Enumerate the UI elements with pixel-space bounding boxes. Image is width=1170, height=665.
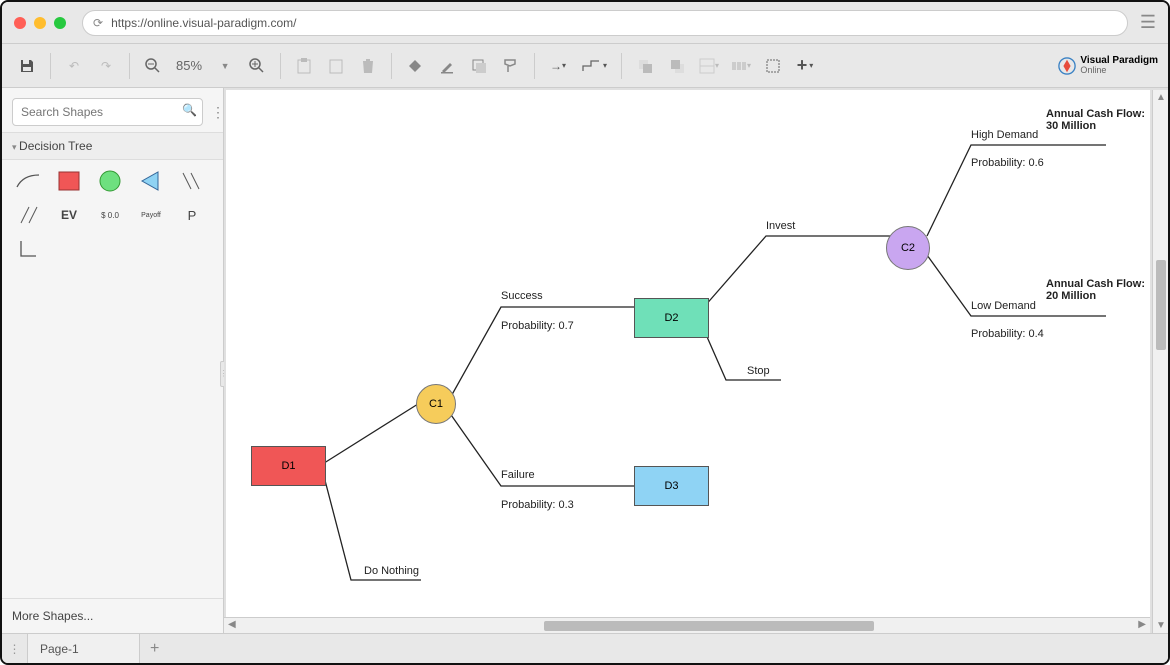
maximize-window[interactable] [54,17,66,29]
canvas-wrap: D1 C1 D2 D3 C2 Success Probability: 0.7 … [224,88,1168,633]
label-stop: Stop [747,365,770,377]
page-tabs: ⋮ Page-1 + [2,633,1168,663]
window-controls [14,17,66,29]
palette-header[interactable]: Decision Tree [2,132,223,160]
paste-button[interactable] [289,51,319,81]
brand-logo: Visual ParadigmOnline [1058,56,1158,76]
label-failure: Failure [501,469,535,481]
scroll-up-icon[interactable]: ▲ [1156,92,1166,103]
save-button[interactable] [12,51,42,81]
select-all-button[interactable] [758,51,788,81]
to-front-button[interactable] [630,51,660,81]
label-success: Success [501,290,543,302]
diagram-edges [226,90,1150,617]
connector-style-button[interactable]: ▾ [575,51,613,81]
node-d3[interactable]: D3 [634,466,709,506]
horizontal-scrollbar[interactable]: ◀ ▶ [224,617,1150,633]
undo-button[interactable]: ↶ [59,51,89,81]
canvas[interactable]: D1 C1 D2 D3 C2 Success Probability: 0.7 … [226,90,1150,617]
label-invest: Invest [766,220,795,232]
node-d2[interactable]: D2 [634,298,709,338]
shape-p[interactable]: P [178,204,206,226]
titlebar: ⟳ https://online.visual-paradigm.com/ ☰ [2,2,1168,44]
node-c2[interactable]: C2 [886,226,930,270]
scroll-down-icon[interactable]: ▼ [1156,620,1166,631]
label-cash-high: Annual Cash Flow: 30 Million [1046,108,1146,132]
node-d1[interactable]: D1 [251,446,326,486]
add-page-button[interactable]: + [140,634,170,663]
search-icon[interactable]: 🔍 [182,103,197,117]
shape-lines2[interactable] [178,170,206,192]
label-prob-high: Probability: 0.6 [971,157,1044,169]
vertical-scrollbar[interactable]: ▲ ▼ [1152,90,1168,633]
shape-branch[interactable] [14,170,42,192]
delete-button[interactable] [353,51,383,81]
shape-price[interactable]: $ 0.0 [96,204,124,226]
connector-end-button[interactable]: → ▾ [543,51,573,81]
format-button[interactable] [496,51,526,81]
line-color-button[interactable] [432,51,462,81]
tab-page-1[interactable]: Page-1 [28,634,140,663]
close-window[interactable] [14,17,26,29]
url-text: https://online.visual-paradigm.com/ [111,16,296,30]
scroll-left-icon[interactable]: ◀ [228,619,236,630]
shadow-button[interactable] [464,51,494,81]
label-prob-low: Probability: 0.4 [971,328,1044,340]
toolbar: ↶ ↷ 85% ▼ → ▾ ▾ ▾ ▾ +▾ Visual ParadigmOn… [2,44,1168,88]
copy-button[interactable] [321,51,351,81]
refresh-icon[interactable]: ⟳ [93,16,103,30]
label-prob-success: Probability: 0.7 [501,320,574,332]
minimize-window[interactable] [34,17,46,29]
shape-chance[interactable] [96,170,124,192]
add-button[interactable]: +▾ [790,51,820,81]
url-bar[interactable]: ⟳ https://online.visual-paradigm.com/ [82,10,1128,36]
fill-button[interactable] [400,51,430,81]
distribute-button[interactable]: ▾ [726,51,756,81]
label-cash-low: Annual Cash Flow: 20 Million [1046,278,1146,302]
shape-payoff[interactable]: Payoff [137,204,165,226]
menu-icon[interactable]: ☰ [1140,12,1156,33]
redo-button[interactable]: ↷ [91,51,121,81]
h-scroll-thumb[interactable] [544,621,874,631]
zoom-dropdown[interactable]: ▼ [210,51,240,81]
label-low: Low Demand [971,300,1036,312]
shape-axes[interactable] [14,238,42,260]
search-input[interactable] [12,98,203,126]
shape-end[interactable] [137,170,165,192]
label-high: High Demand [971,129,1038,141]
shape-ev[interactable]: EV [55,204,83,226]
sidebar: 🔍 ⋮ Decision Tree EV $ 0.0 Payoff P More… [2,88,224,633]
pages-menu-icon[interactable]: ⋮ [2,634,28,663]
label-prob-failure: Probability: 0.3 [501,499,574,511]
label-do-nothing: Do Nothing [364,565,419,577]
zoom-value[interactable]: 85% [170,58,208,73]
shape-decision[interactable] [55,170,83,192]
shape-lines1[interactable] [14,204,42,226]
more-shapes-button[interactable]: More Shapes... [2,598,223,633]
brand-line2: Online [1080,65,1106,75]
zoom-in-button[interactable] [242,51,272,81]
scroll-right-icon[interactable]: ▶ [1138,619,1146,630]
v-scroll-thumb[interactable] [1156,260,1166,350]
zoom-out-button[interactable] [138,51,168,81]
shape-palette: EV $ 0.0 Payoff P [2,160,223,270]
to-back-button[interactable] [662,51,692,81]
node-c1[interactable]: C1 [416,384,456,424]
align-button[interactable]: ▾ [694,51,724,81]
logo-icon [1058,57,1076,75]
